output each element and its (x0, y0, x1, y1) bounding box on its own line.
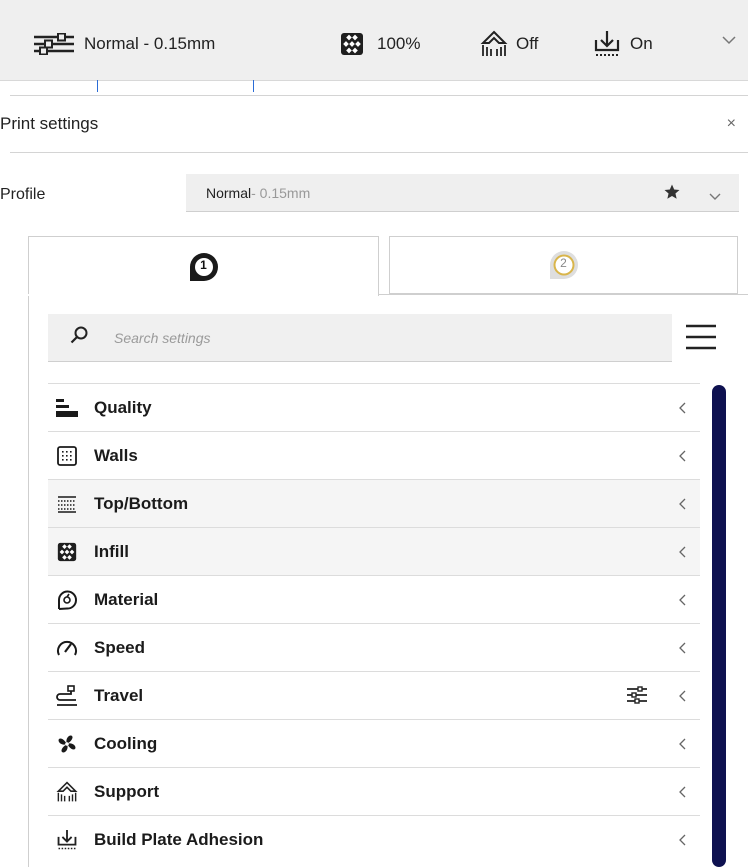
chevron-left-icon (678, 593, 686, 611)
chevron-down-icon (709, 188, 721, 204)
category-material[interactable]: Material (48, 575, 700, 623)
material-icon (56, 589, 78, 611)
chevron-left-icon (678, 689, 686, 707)
cooling-icon (56, 733, 78, 755)
settings-category-list: Quality Walls Top/Bottom Infill Material (48, 383, 700, 863)
category-walls[interactable]: Walls (48, 431, 700, 479)
settings-sliders-icon (32, 33, 76, 55)
category-infill[interactable]: Infill (48, 527, 700, 575)
category-label: Speed (94, 637, 146, 657)
infill-summary-label: 100% (377, 34, 421, 53)
category-label: Infill (94, 541, 129, 561)
category-label: Top/Bottom (94, 493, 189, 513)
category-build-plate-adhesion[interactable]: Build Plate Adhesion (48, 815, 700, 863)
extruder-1-icon: 1 (186, 249, 222, 285)
travel-icon (56, 684, 78, 707)
adhesion-icon (594, 30, 620, 58)
category-label: Cooling (94, 733, 158, 753)
search-placeholder: Search settings (114, 329, 211, 346)
category-label: Walls (94, 445, 138, 465)
adhesion-summary-label: On (630, 34, 653, 53)
profile-select[interactable]: Normal - 0.15mm (186, 174, 739, 212)
infill-icon (340, 32, 364, 56)
category-travel[interactable]: Travel (48, 671, 700, 719)
build-plate-adhesion-icon (56, 829, 78, 851)
category-cooling[interactable]: Cooling (48, 719, 700, 767)
speed-icon (56, 637, 78, 659)
category-label: Support (94, 781, 160, 801)
category-label: Build Plate Adhesion (94, 829, 264, 849)
infill-icon (56, 541, 78, 563)
print-setup-bar[interactable]: Normal - 0.15mm 100% Off On (0, 0, 748, 81)
settings-sliders-icon[interactable] (626, 686, 648, 709)
category-quality[interactable]: Quality (48, 383, 700, 431)
scrollbar-thumb[interactable] (712, 385, 726, 867)
category-label: Quality (94, 397, 152, 417)
extruder-1-number: 1 (200, 257, 207, 272)
panel-title: Print settings (0, 114, 99, 133)
profile-name: Normal (206, 184, 252, 201)
category-speed[interactable]: Speed (48, 623, 700, 671)
support-summary[interactable]: Off (480, 0, 538, 88)
support-summary-label: Off (516, 34, 539, 53)
star-icon[interactable] (663, 183, 681, 204)
divider (10, 95, 748, 96)
infill-summary[interactable]: 100% (340, 0, 420, 88)
profile-summary[interactable]: Normal - 0.15mm (32, 0, 215, 88)
chevron-left-icon (678, 497, 686, 515)
extruder-tab-1[interactable]: 1 (28, 236, 379, 296)
quality-icon (56, 397, 78, 419)
chevron-down-icon[interactable] (722, 32, 736, 50)
top-bottom-icon (56, 493, 78, 515)
chevron-left-icon (678, 737, 686, 755)
extruder-2-icon: 2 (546, 247, 582, 283)
profile-label: Profile (0, 186, 46, 203)
divider (10, 152, 748, 153)
search-field[interactable]: Search settings (48, 314, 672, 362)
extruder-2-number: 2 (560, 256, 567, 270)
category-top-bottom[interactable]: Top/Bottom (48, 479, 700, 527)
tab-edge-peek (97, 80, 254, 92)
chevron-left-icon (678, 449, 686, 467)
extruder-tab-2[interactable]: 2 (389, 236, 738, 294)
close-icon[interactable]: × (727, 115, 736, 133)
profile-summary-label: Normal - 0.15mm (84, 34, 216, 53)
chevron-left-icon (678, 401, 686, 419)
category-label: Material (94, 589, 159, 609)
support-icon (56, 780, 78, 803)
category-support[interactable]: Support (48, 767, 700, 815)
adhesion-summary[interactable]: On (594, 0, 653, 88)
chevron-left-icon (678, 545, 686, 563)
category-label: Travel (94, 685, 144, 705)
settings-menu-icon[interactable] (684, 323, 718, 356)
chevron-left-icon (678, 833, 686, 851)
chevron-left-icon (678, 641, 686, 659)
support-icon (480, 30, 508, 58)
profile-detail: - 0.15mm (251, 184, 311, 201)
walls-icon (56, 445, 78, 467)
chevron-left-icon (678, 785, 686, 803)
search-icon (70, 326, 88, 349)
